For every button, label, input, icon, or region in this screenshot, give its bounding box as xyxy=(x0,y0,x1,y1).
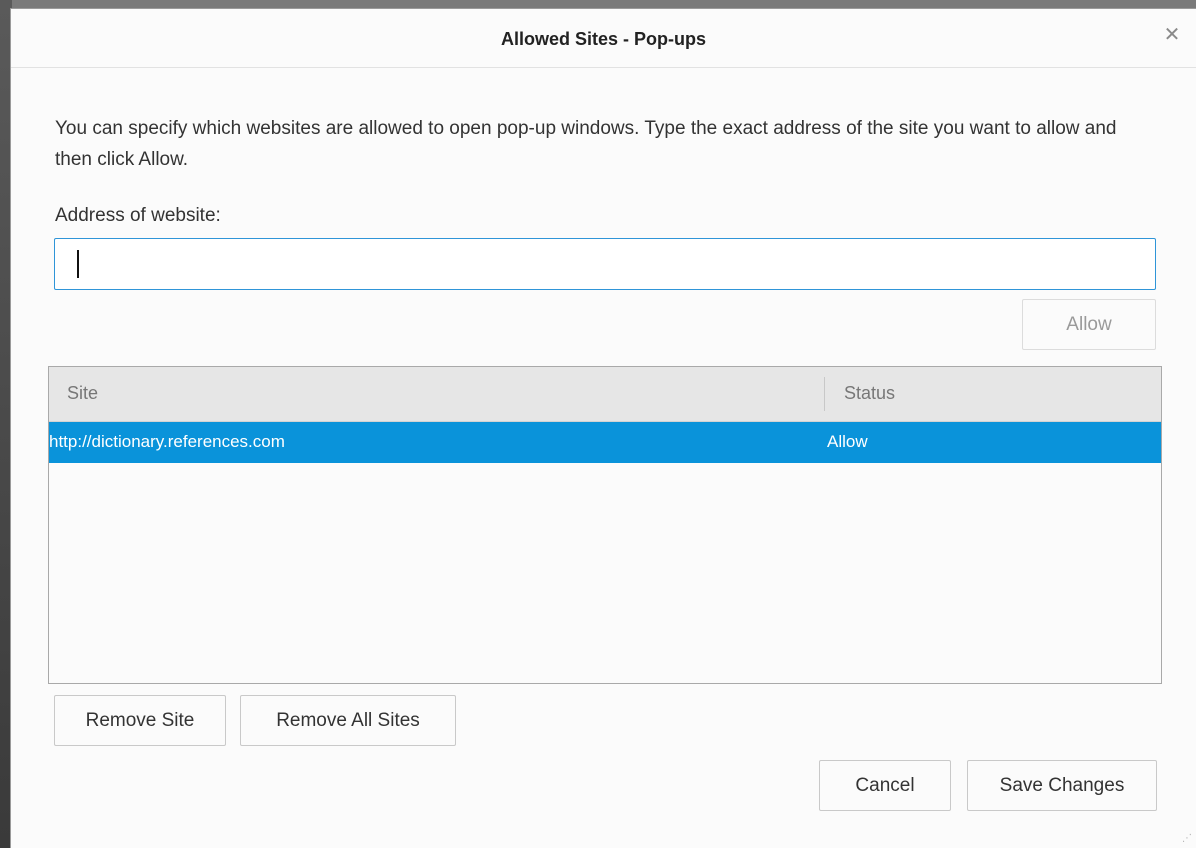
column-header-status[interactable]: Status xyxy=(844,383,895,404)
cancel-button[interactable]: Cancel xyxy=(819,760,951,811)
text-caret xyxy=(77,250,79,278)
dialog-description: You can specify which websites are allow… xyxy=(55,118,1117,170)
remove-site-button[interactable]: Remove Site xyxy=(54,695,226,746)
dialog-title: Allowed Sites - Pop-ups xyxy=(500,29,706,49)
table-row[interactable]: http://dictionary.references.com Allow xyxy=(49,422,1161,463)
dialog-titlebar: Allowed Sites - Pop-ups ✕ xyxy=(11,9,1196,68)
address-label: Address of website: xyxy=(55,205,221,227)
cell-status: Allow xyxy=(827,432,868,451)
sites-table: Site Status http://dictionary.references… xyxy=(48,366,1162,684)
close-icon[interactable]: ✕ xyxy=(1162,25,1182,45)
cell-site: http://dictionary.references.com xyxy=(49,432,285,451)
resize-grip-icon[interactable]: ⋰ xyxy=(1182,834,1192,844)
allowed-sites-dialog: Allowed Sites - Pop-ups ✕ You can specif… xyxy=(10,8,1196,848)
column-divider[interactable] xyxy=(824,377,825,411)
remove-all-sites-button[interactable]: Remove All Sites xyxy=(240,695,456,746)
table-header: Site Status xyxy=(49,367,1161,422)
address-label-text: Address of website: xyxy=(55,205,221,226)
allow-button[interactable]: Allow xyxy=(1022,299,1156,350)
column-header-site[interactable]: Site xyxy=(67,383,98,404)
address-input[interactable] xyxy=(54,238,1156,290)
save-changes-button[interactable]: Save Changes xyxy=(967,760,1157,811)
